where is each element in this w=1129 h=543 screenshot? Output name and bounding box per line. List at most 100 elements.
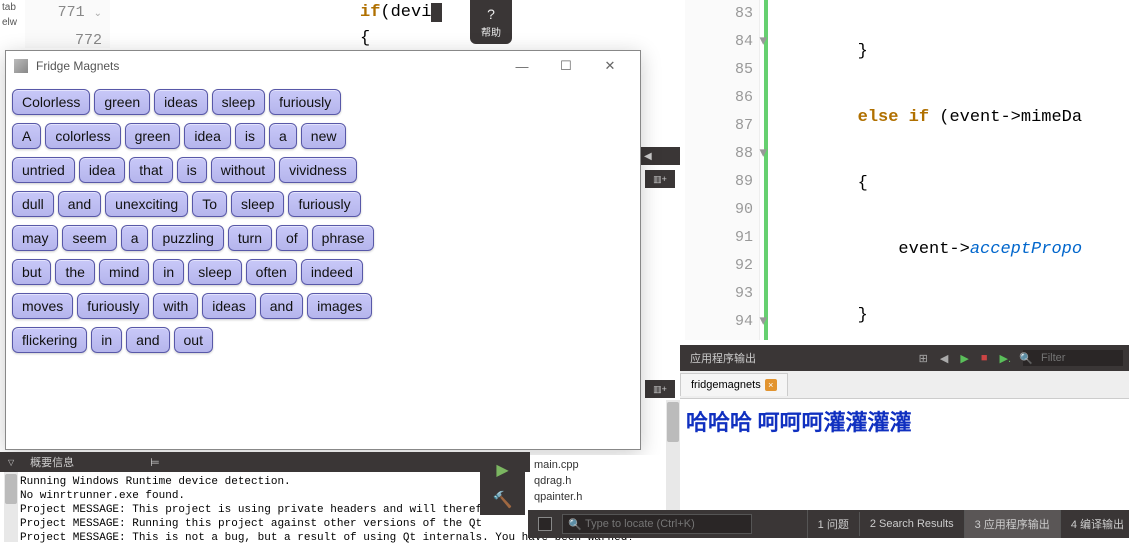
sidebar-tab-1[interactable]: tab: [0, 0, 25, 15]
magnet-word[interactable]: colorless: [45, 123, 120, 149]
output-tab-label: fridgemagnets: [691, 379, 761, 391]
magnet-word[interactable]: and: [260, 293, 303, 319]
magnet-word[interactable]: images: [307, 293, 372, 319]
magnet-word[interactable]: moves: [12, 293, 73, 319]
build-icon[interactable]: 🔨: [493, 490, 513, 510]
magnet-word[interactable]: but: [12, 259, 51, 285]
magnet-word[interactable]: out: [174, 327, 213, 353]
magnet-word[interactable]: phrase: [312, 225, 375, 251]
magnet-word[interactable]: puzzling: [152, 225, 223, 251]
file-item[interactable]: qpainter.h: [534, 489, 661, 505]
hscroll-strip[interactable]: ◀: [640, 147, 680, 165]
prev-icon[interactable]: ◀: [934, 352, 954, 365]
magnet-word[interactable]: of: [276, 225, 308, 251]
open-documents[interactable]: main.cpp qdrag.h qpainter.h: [530, 455, 665, 510]
close-button[interactable]: ✕: [588, 58, 632, 74]
close-tab-icon[interactable]: ×: [765, 379, 777, 391]
scrollbar[interactable]: [666, 400, 680, 510]
status-tab-compile[interactable]: 4 编译输出: [1060, 510, 1129, 538]
output-header: 应用程序输出 ⊞ ◀ ▶ ■ ▶. 🔍: [680, 345, 1129, 371]
help-button[interactable]: ? 帮助: [470, 0, 512, 44]
status-tab-search[interactable]: 2 Search Results: [859, 512, 964, 536]
magnet-word[interactable]: unexciting: [105, 191, 188, 217]
magnet-word[interactable]: idea: [79, 157, 125, 183]
code-body[interactable]: if(devic {: [110, 0, 645, 48]
split-add-icon-2[interactable]: ▥+: [645, 380, 675, 398]
magnet-word[interactable]: without: [211, 157, 275, 183]
layout-icon[interactable]: ⊞: [913, 352, 934, 365]
magnet-word[interactable]: in: [153, 259, 184, 285]
magnet-word[interactable]: may: [12, 225, 58, 251]
left-sidebar: tab elw: [0, 0, 25, 50]
magnet-word[interactable]: turn: [228, 225, 272, 251]
magnet-word[interactable]: is: [235, 123, 265, 149]
magnet-word[interactable]: sleep: [231, 191, 284, 217]
magnet-word[interactable]: furiously: [269, 89, 341, 115]
magnet-word[interactable]: seem: [62, 225, 116, 251]
magnet-word[interactable]: new: [301, 123, 347, 149]
output-tabs: fridgemagnets ×: [680, 371, 1129, 399]
magnet-word[interactable]: often: [246, 259, 297, 285]
file-item[interactable]: main.cpp: [534, 457, 661, 473]
magnet-word[interactable]: and: [126, 327, 169, 353]
magnet-word[interactable]: the: [55, 259, 94, 285]
magnet-word[interactable]: a: [269, 123, 297, 149]
magnet-word[interactable]: ideas: [202, 293, 255, 319]
magnet-word[interactable]: that: [129, 157, 172, 183]
magnet-word[interactable]: Colorless: [12, 89, 90, 115]
magnet-word[interactable]: ideas: [154, 89, 207, 115]
magnet-word[interactable]: A: [12, 123, 41, 149]
magnet-word[interactable]: dull: [12, 191, 54, 217]
filter-input[interactable]: [1023, 350, 1123, 366]
window-titlebar[interactable]: Fridge Magnets — ☐ ✕: [6, 51, 640, 81]
output-text: 哈哈哈 呵呵呵灌灌灌灌: [686, 405, 1123, 437]
magnet-word[interactable]: green: [125, 123, 181, 149]
locator: 🔍: [562, 514, 799, 534]
magnet-word[interactable]: sleep: [188, 259, 241, 285]
window-title: Fridge Magnets: [36, 59, 500, 73]
magnet-word[interactable]: furiously: [288, 191, 360, 217]
minimize-button[interactable]: —: [500, 59, 544, 74]
status-tab-issues[interactable]: 1 问题: [807, 510, 859, 538]
magnet-word[interactable]: in: [91, 327, 122, 353]
code-body-right[interactable]: } else if (event->mimeDa { event->accept…: [768, 0, 1129, 340]
magnet-word[interactable]: and: [58, 191, 101, 217]
left-code-editor[interactable]: 771 ⌄ 772 if(devic {: [25, 0, 645, 48]
rerun-icon[interactable]: ▶.: [993, 352, 1017, 365]
stop-icon[interactable]: ■: [975, 352, 994, 364]
magnet-word[interactable]: To: [192, 191, 227, 217]
question-icon: ?: [487, 6, 495, 22]
run-icon[interactable]: ▶: [496, 460, 508, 480]
fridge-magnets-window: Fridge Magnets — ☐ ✕ Colorlessgreenideas…: [5, 50, 641, 450]
output-body[interactable]: 哈哈哈 呵呵呵灌灌灌灌: [680, 399, 1129, 499]
magnet-area[interactable]: ColorlessgreenideassleepfuriouslyAcolorl…: [6, 81, 640, 361]
magnet-word[interactable]: vividness: [279, 157, 357, 183]
magnet-word[interactable]: is: [177, 157, 207, 183]
magnet-word[interactable]: idea: [184, 123, 230, 149]
sidebar-tab-2[interactable]: elw: [0, 15, 25, 30]
magnet-word[interactable]: flickering: [12, 327, 87, 353]
expand-toggle[interactable]: ▽: [0, 458, 22, 467]
magnet-word[interactable]: indeed: [301, 259, 363, 285]
maximize-button[interactable]: ☐: [544, 58, 588, 74]
magnet-word[interactable]: sleep: [212, 89, 265, 115]
summary-label: 概要信息: [22, 454, 82, 470]
file-item[interactable]: qdrag.h: [534, 473, 661, 489]
tree-icon[interactable]: ⊨: [142, 456, 168, 469]
app-icon: [14, 59, 28, 73]
output-tab-fridgemagnets[interactable]: fridgemagnets ×: [680, 373, 788, 396]
magnet-word[interactable]: a: [121, 225, 149, 251]
scrollbar-left[interactable]: [4, 472, 18, 542]
magnet-word[interactable]: with: [153, 293, 198, 319]
right-code-editor[interactable]: 83 84 85 86 87 88 89 90 91 92 93 94 } el…: [685, 0, 1129, 340]
locator-input[interactable]: [562, 514, 752, 534]
keyword-if: if: [360, 3, 380, 22]
split-add-icon[interactable]: ▥+: [645, 170, 675, 188]
magnet-word[interactable]: mind: [99, 259, 149, 285]
status-tab-app-output[interactable]: 3 应用程序输出: [964, 510, 1060, 538]
magnet-word[interactable]: furiously: [77, 293, 149, 319]
magnet-word[interactable]: green: [94, 89, 150, 115]
magnet-word[interactable]: untried: [12, 157, 75, 183]
status-toggle[interactable]: [538, 517, 552, 531]
run-output-icon[interactable]: ▶: [954, 352, 974, 365]
